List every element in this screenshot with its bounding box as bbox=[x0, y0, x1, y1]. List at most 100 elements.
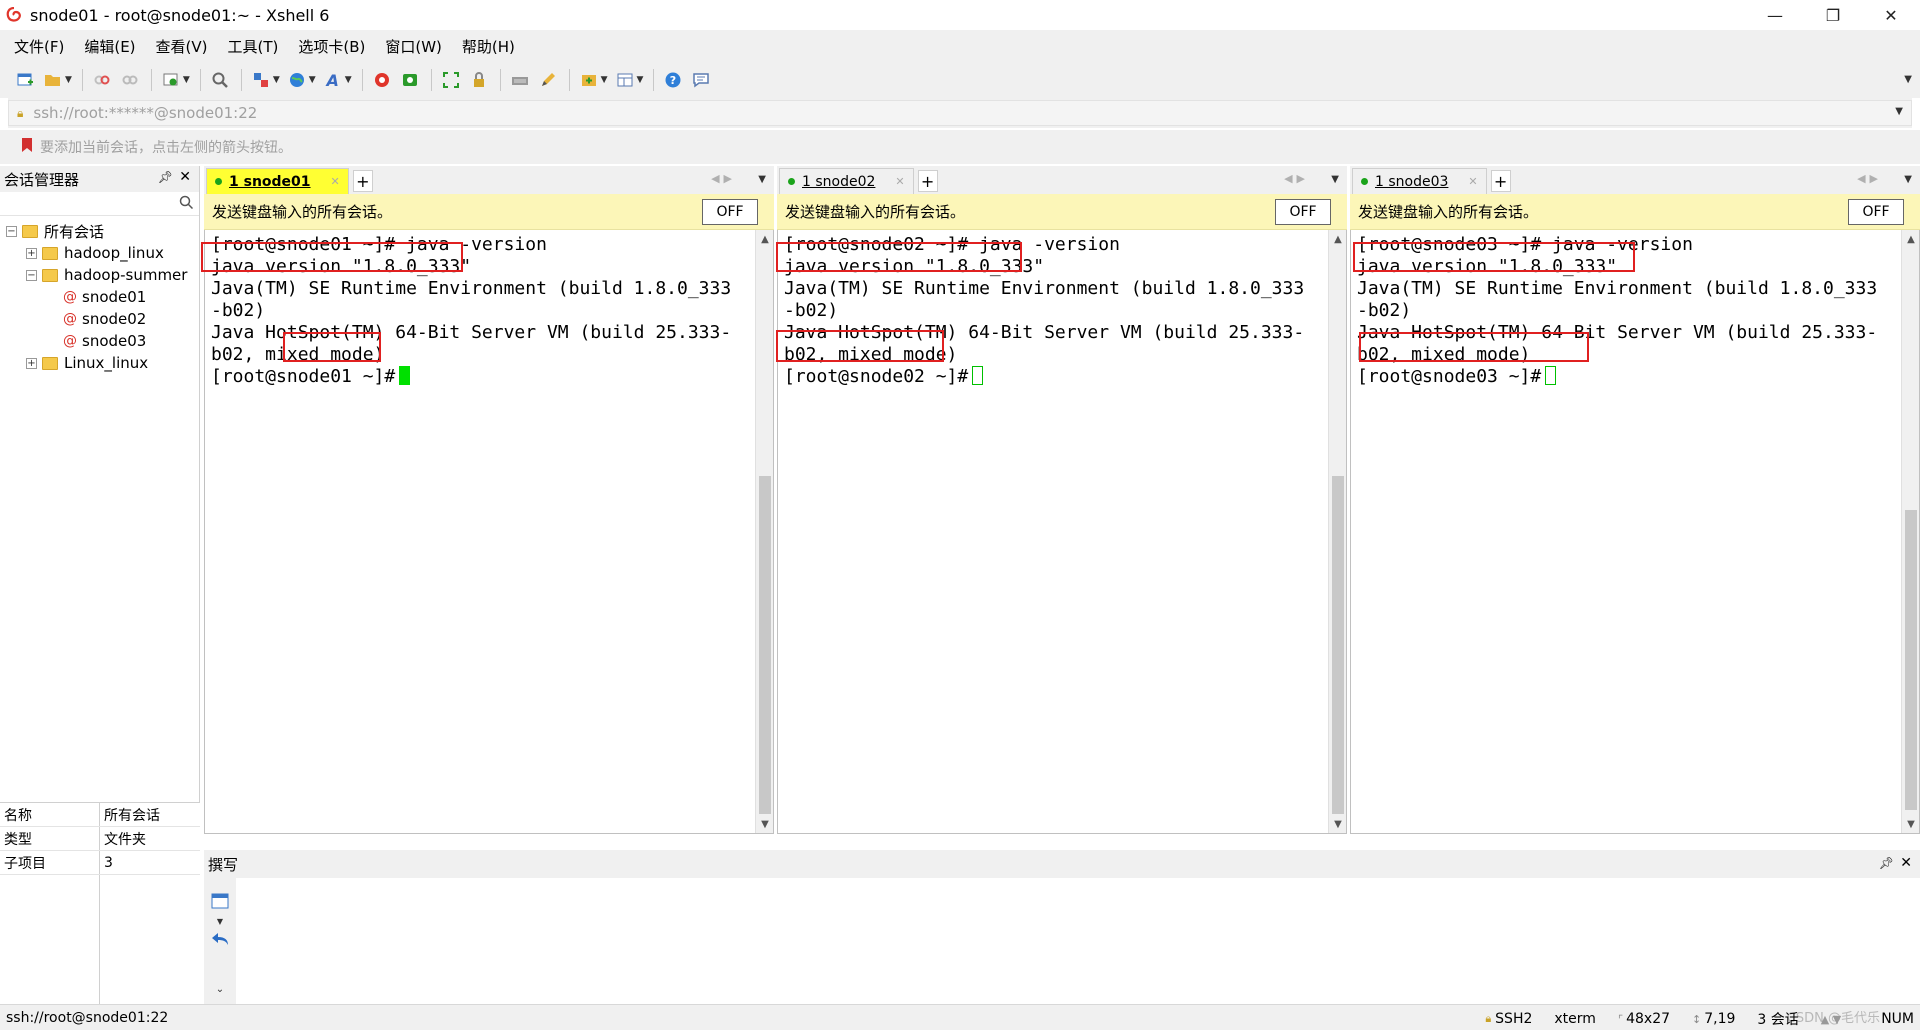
tree-item-hadoop-summer[interactable]: − hadoop-summer bbox=[0, 264, 199, 286]
lock-button[interactable] bbox=[468, 67, 490, 93]
properties-button[interactable]: ▼ bbox=[160, 67, 190, 93]
vertical-scrollbar[interactable]: ▲ ▼ bbox=[755, 230, 773, 833]
toolbar-overflow-icon[interactable]: ▼ bbox=[1904, 74, 1912, 85]
close-icon[interactable]: ✕ bbox=[895, 175, 904, 188]
scroll-thumb[interactable] bbox=[759, 476, 771, 814]
highlight-button[interactable] bbox=[537, 67, 559, 93]
tab-snode01[interactable]: 1 snode01 ✕ bbox=[206, 168, 349, 194]
scroll-down-icon[interactable]: ▼ bbox=[756, 815, 774, 833]
scroll-thumb[interactable] bbox=[1905, 510, 1917, 810]
new-session-button[interactable] bbox=[14, 67, 36, 93]
menu-help[interactable]: 帮助(H) bbox=[460, 34, 517, 59]
send-all-off-button[interactable]: OFF bbox=[702, 199, 758, 225]
tab-snode02[interactable]: 1 snode02 ✕ bbox=[779, 168, 914, 194]
minimize-button[interactable]: — bbox=[1746, 0, 1804, 30]
reconnect-button[interactable] bbox=[91, 67, 113, 93]
close-icon[interactable]: ✕ bbox=[1468, 175, 1477, 188]
tab-scroll-arrows-icon[interactable]: ◀▶ bbox=[1284, 172, 1309, 185]
vertical-scrollbar[interactable]: ▲ ▼ bbox=[1328, 230, 1346, 833]
address-input[interactable]: 🔒︎ ssh://root:******@snode01:22 ▼ bbox=[8, 100, 1912, 126]
chevron-down-icon[interactable]: ▼ bbox=[345, 75, 352, 85]
chevron-down-icon[interactable]: ▼ bbox=[273, 75, 280, 85]
menu-edit[interactable]: 编辑(E) bbox=[82, 34, 137, 59]
tree-item-snode02[interactable]: @ snode02 bbox=[0, 308, 199, 330]
expand-icon[interactable]: + bbox=[26, 357, 37, 369]
send-all-off-button[interactable]: OFF bbox=[1848, 199, 1904, 225]
connected-status-dot bbox=[1361, 178, 1368, 185]
close-button[interactable]: ✕ bbox=[1862, 0, 1920, 30]
chevron-down-icon[interactable]: ▼ bbox=[1895, 106, 1903, 117]
close-icon[interactable]: ✕ bbox=[331, 175, 340, 188]
font-button[interactable]: A ▼ bbox=[322, 67, 352, 93]
tab-snode03[interactable]: 1 snode03 ✕ bbox=[1352, 168, 1487, 194]
chevron-down-icon[interactable]: ▼ bbox=[65, 75, 72, 85]
add-tab-button[interactable]: + bbox=[1490, 170, 1511, 192]
pin-icon[interactable]: 📌︎ bbox=[1879, 856, 1894, 870]
search-icon[interactable] bbox=[179, 195, 194, 213]
scroll-down-icon[interactable]: ▼ bbox=[1329, 815, 1347, 833]
menu-file[interactable]: 文件(F) bbox=[12, 34, 66, 59]
send-all-off-button[interactable]: OFF bbox=[1275, 199, 1331, 225]
tree-item-linux-linux[interactable]: + Linux_linux bbox=[0, 352, 199, 374]
send-back-arrow-icon[interactable] bbox=[210, 930, 230, 948]
collapse-icon[interactable]: − bbox=[26, 269, 37, 281]
menu-window[interactable]: 窗口(W) bbox=[383, 34, 444, 59]
menu-tools[interactable]: 工具(T) bbox=[226, 34, 281, 59]
status-size: ⌜ 48x27 bbox=[1618, 1009, 1670, 1029]
scroll-up-icon[interactable]: ▲ bbox=[1902, 230, 1920, 248]
chat-icon bbox=[690, 69, 712, 91]
keyboard-button[interactable] bbox=[509, 67, 531, 93]
add-tab-button[interactable]: + bbox=[917, 170, 938, 192]
xftp-button[interactable] bbox=[399, 67, 421, 93]
chevron-down-icon[interactable]: ▼ bbox=[1904, 174, 1912, 185]
bookmark-arrow-icon[interactable] bbox=[20, 137, 34, 157]
tab-scroll-arrows-icon[interactable]: ◀▶ bbox=[711, 172, 736, 185]
expand-icon[interactable]: + bbox=[26, 247, 37, 259]
close-icon[interactable]: ✕ bbox=[1900, 855, 1912, 871]
compose-window-icon[interactable] bbox=[210, 892, 230, 910]
terminal-output[interactable]: [root@snode02 ~]# java -version java ver… bbox=[776, 230, 1347, 834]
collapse-icon[interactable]: − bbox=[6, 225, 17, 237]
chevron-down-icon[interactable]: ▼ bbox=[758, 174, 766, 185]
terminal-line: Java(TM) SE Runtime Environment (build 1… bbox=[784, 278, 1305, 299]
scroll-thumb[interactable] bbox=[1332, 476, 1344, 814]
tree-item-snode03[interactable]: @ snode03 bbox=[0, 330, 199, 352]
expand-more-icon[interactable]: ⌄ bbox=[210, 980, 230, 998]
chevron-down-icon[interactable]: ▼ bbox=[1331, 174, 1339, 185]
terminal-pane-snode03: 1 snode03 ✕ + ◀▶ ▼ 发送键盘输入的所有会话。 OFF [roo… bbox=[1350, 166, 1920, 848]
open-folder-button[interactable]: ▼ bbox=[42, 67, 72, 93]
tree-item-snode01[interactable]: @ snode01 bbox=[0, 286, 199, 308]
add-tab-button[interactable]: + bbox=[352, 170, 373, 192]
chevron-down-icon[interactable]: ▼ bbox=[309, 75, 316, 85]
chevron-down-icon[interactable]: ▼ bbox=[601, 75, 608, 85]
globe-button[interactable]: ▼ bbox=[286, 67, 316, 93]
tab-scroll-arrows-icon[interactable]: ◀▶ bbox=[1857, 172, 1882, 185]
new-tab-button[interactable]: ▼ bbox=[578, 67, 608, 93]
find-button[interactable] bbox=[209, 67, 231, 93]
restore-button[interactable]: ❐ bbox=[1804, 0, 1862, 30]
chevron-down-icon[interactable]: ▼ bbox=[210, 912, 230, 930]
vertical-scrollbar[interactable]: ▲ ▼ bbox=[1901, 230, 1919, 833]
menu-tabs[interactable]: 选项卡(B) bbox=[296, 34, 367, 59]
scroll-down-icon[interactable]: ▼ bbox=[1902, 815, 1920, 833]
session-search-input[interactable] bbox=[0, 192, 199, 216]
tree-item-hadoop-linux[interactable]: + hadoop_linux bbox=[0, 242, 199, 264]
close-icon[interactable]: ✕ bbox=[179, 169, 191, 185]
tree-item-all-sessions[interactable]: − 所有会话 bbox=[0, 220, 199, 242]
layout-button[interactable]: ▼ bbox=[614, 67, 644, 93]
pin-icon[interactable]: 📌︎ bbox=[158, 170, 173, 184]
scroll-up-icon[interactable]: ▲ bbox=[1329, 230, 1347, 248]
scroll-up-icon[interactable]: ▲ bbox=[756, 230, 774, 248]
chevron-down-icon[interactable]: ▼ bbox=[637, 75, 644, 85]
terminal-output[interactable]: [root@snode03 ~]# java -version java ver… bbox=[1350, 230, 1920, 834]
xshell-button[interactable] bbox=[371, 67, 393, 93]
disconnect-button[interactable] bbox=[119, 67, 141, 93]
terminal-output[interactable]: [root@snode01 ~]# java -version java ver… bbox=[201, 230, 774, 834]
help-button[interactable]: ? bbox=[662, 67, 684, 93]
chat-button[interactable] bbox=[690, 67, 712, 93]
menu-view[interactable]: 查看(V) bbox=[154, 34, 210, 59]
fullscreen-button[interactable] bbox=[440, 67, 462, 93]
transfer-button[interactable]: ▼ bbox=[250, 67, 280, 93]
chevron-down-icon[interactable]: ▼ bbox=[183, 75, 190, 85]
toolbar-separator bbox=[653, 69, 655, 91]
